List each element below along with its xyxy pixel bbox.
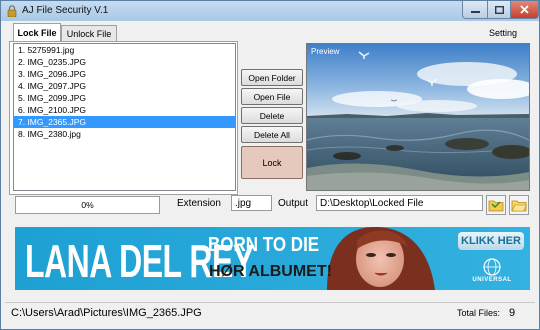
browse-output-button[interactable] xyxy=(486,195,506,215)
output-label: Output xyxy=(278,198,309,209)
open-folder-icon xyxy=(511,200,527,212)
open-output-folder-button[interactable] xyxy=(509,195,529,215)
extension-field[interactable]: .jpg xyxy=(231,195,272,211)
ad-album-text: BORN TO DIE xyxy=(208,233,320,256)
output-path-field[interactable]: D:\Desktop\Locked File xyxy=(316,195,483,211)
ad-cta-button[interactable]: KLIKK HER xyxy=(458,232,524,250)
extension-label: Extension xyxy=(177,198,221,209)
ad-label-logo: UNIVERSAL xyxy=(470,257,514,287)
delete-all-button[interactable]: Delete All xyxy=(241,126,303,143)
tab-lock-file[interactable]: Lock File xyxy=(13,23,61,42)
main-panel: Lock File Unlock File Setting 1. 5275991… xyxy=(5,22,535,324)
close-button[interactable] xyxy=(510,1,539,19)
lock-button[interactable]: Lock xyxy=(241,146,303,179)
maximize-icon xyxy=(494,5,504,14)
open-folder-button[interactable]: Open Folder xyxy=(241,69,303,86)
app-window: AJ File Security V.1 Lock File Unlock Fi… xyxy=(0,0,540,330)
lock-app-icon xyxy=(7,5,17,17)
ad-label-text: UNIVERSAL xyxy=(472,277,512,283)
status-file-path: C:\Users\Arad\Pictures\IMG_2365.JPG xyxy=(11,307,202,319)
preview-photo xyxy=(307,44,529,190)
title-bar[interactable]: AJ File Security V.1 xyxy=(1,1,539,21)
file-list[interactable]: 1. 5275991.jpg 2. IMG_0235.JPG 3. IMG_2096… xyxy=(13,43,236,191)
image-preview: Preview xyxy=(306,43,530,191)
setting-menu[interactable]: Setting xyxy=(489,28,517,38)
file-list-item[interactable]: 2. IMG_0235.JPG xyxy=(14,56,235,68)
file-list-item[interactable]: 3. IMG_2096.JPG xyxy=(14,68,235,80)
file-list-item[interactable]: 5. IMG_2099.JPG xyxy=(14,92,235,104)
tab-unlock-file[interactable]: Unlock File xyxy=(61,25,117,42)
folder-icon xyxy=(488,200,504,212)
maximize-button[interactable] xyxy=(487,1,511,19)
window-title: AJ File Security V.1 xyxy=(22,5,109,16)
total-files-label: Total Files: xyxy=(457,308,501,318)
globe-icon xyxy=(483,258,501,276)
file-list-item[interactable]: 4. IMG_2097.JPG xyxy=(14,80,235,92)
file-list-item[interactable]: 8. IMG_2380.jpg xyxy=(14,128,235,140)
status-bar: C:\Users\Arad\Pictures\IMG_2365.JPG Tota… xyxy=(5,302,535,325)
minimize-icon xyxy=(470,10,480,13)
preview-label: Preview xyxy=(311,47,340,56)
progress-text: 0% xyxy=(81,200,94,210)
delete-button[interactable]: Delete xyxy=(241,107,303,124)
file-list-item[interactable]: 6. IMG_2100.JPG xyxy=(14,104,235,116)
ad-banner[interactable]: LANA DEL REY BORN TO DIE HØR ALBUMET! KL… xyxy=(15,227,530,290)
total-files-count: 9 xyxy=(509,307,516,319)
progress-bar: 0% xyxy=(15,196,160,214)
minimize-button[interactable] xyxy=(462,1,488,19)
file-list-item[interactable]: 1. 5275991.jpg xyxy=(14,44,235,56)
ad-tagline-text: HØR ALBUMET! xyxy=(209,263,332,280)
close-icon xyxy=(520,5,529,14)
open-file-button[interactable]: Open File xyxy=(241,88,303,105)
file-list-item[interactable]: 7. IMG_2365.JPG xyxy=(14,116,235,128)
